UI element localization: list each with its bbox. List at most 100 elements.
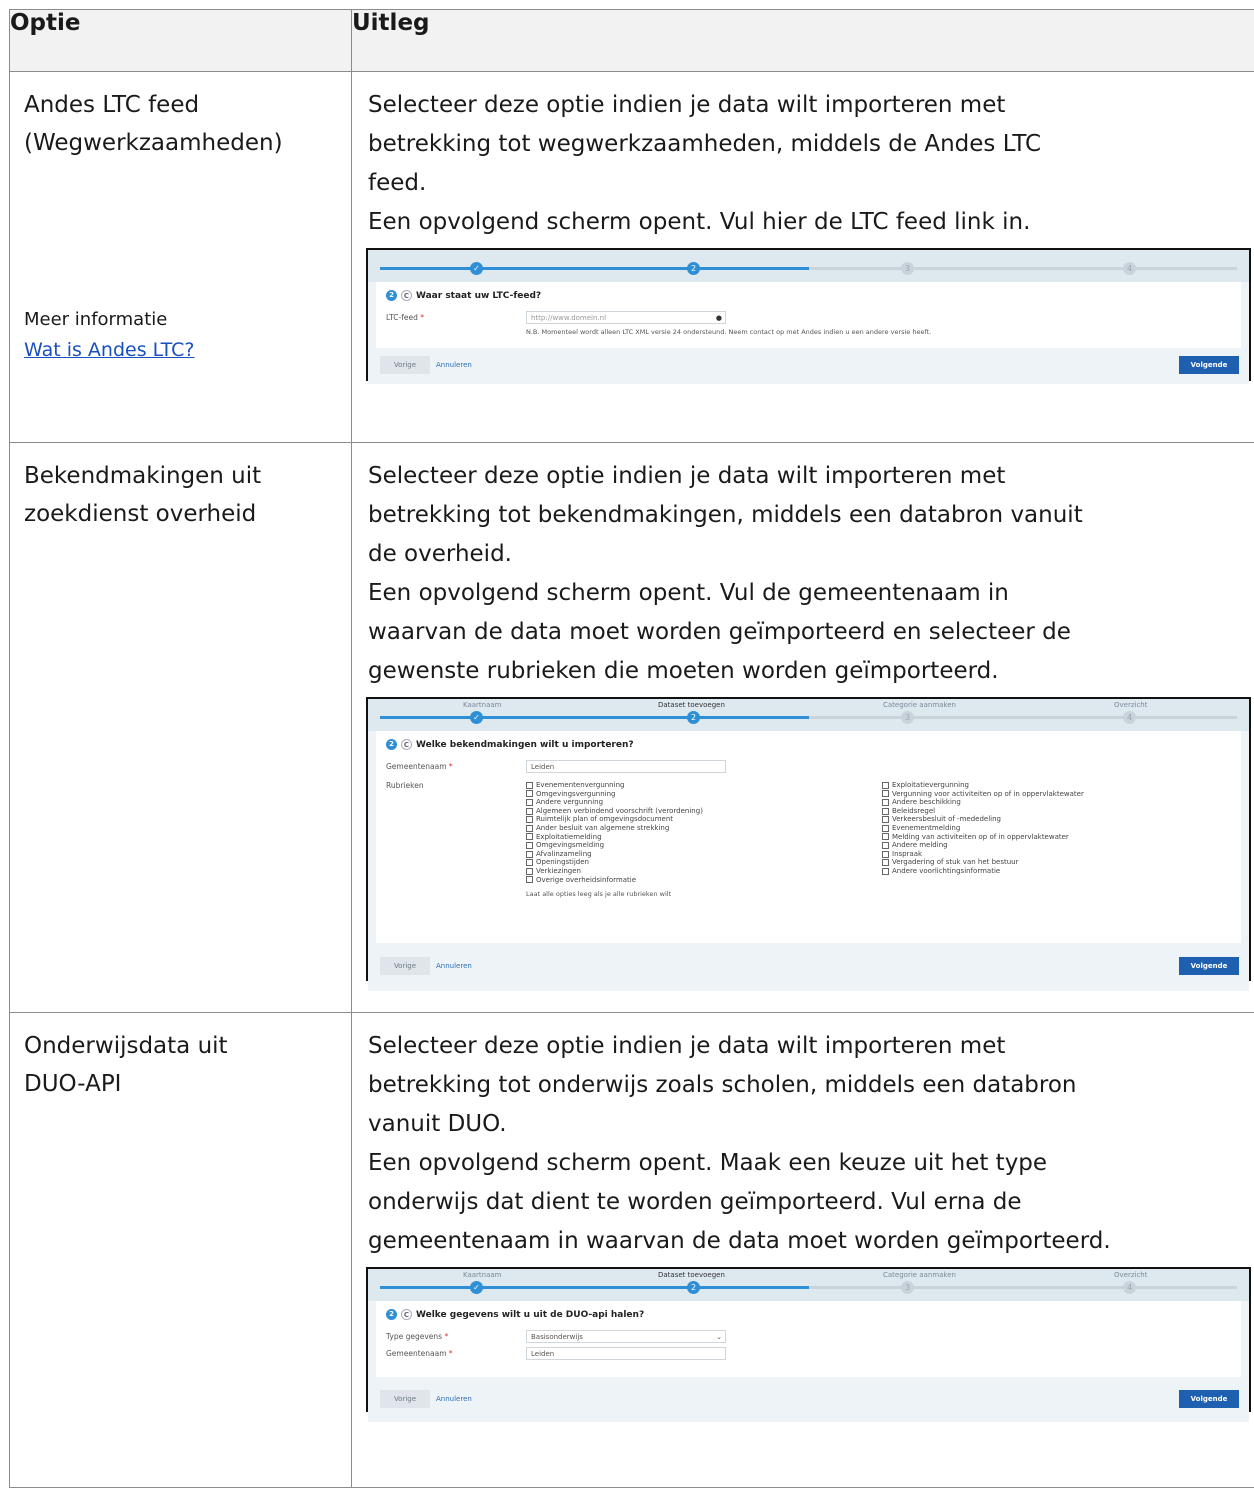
more-info-label: Meer informatie: [24, 309, 168, 330]
rubriek-checkbox[interactable]: Afvalinzameling: [526, 850, 882, 859]
rubriek-checkbox[interactable]: Openingstijden: [526, 858, 882, 867]
checkbox-icon[interactable]: [882, 824, 889, 832]
option-title: Andes LTC feed: [24, 92, 200, 118]
more-info-link[interactable]: Wat is Andes LTC?: [24, 339, 194, 361]
checkbox-icon[interactable]: [882, 781, 889, 789]
rubriek-checkbox[interactable]: Melding van activiteiten op of in opperv…: [882, 833, 1084, 842]
next-button[interactable]: Volgende: [1179, 1390, 1239, 1408]
step-label: Dataset toevoegen: [658, 1271, 725, 1279]
description-line: betrekking tot wegwerkzaamheden, middels…: [368, 131, 1042, 157]
checkbox-icon[interactable]: [882, 798, 889, 806]
rubriek-checkbox[interactable]: Verkiezingen: [526, 867, 882, 876]
field-label: LTC-feed: [386, 313, 418, 322]
question-c: C: [401, 1309, 412, 1320]
checkbox-icon[interactable]: [526, 876, 533, 884]
checkbox-icon[interactable]: [526, 841, 533, 849]
question-text: Waar staat uw LTC-feed?: [416, 290, 542, 301]
cancel-link[interactable]: Annuleren: [436, 1390, 472, 1408]
rubrieken-column: Exploitatievergunning Vergunning voor act…: [882, 781, 1084, 898]
checkbox-icon[interactable]: [882, 790, 889, 798]
rubriek-checkbox[interactable]: Beleidsregel: [882, 807, 1084, 816]
prev-button[interactable]: Vorige: [380, 356, 430, 374]
description-line: feed.: [368, 170, 427, 196]
rubriek-checkbox[interactable]: Exploitatiemelding: [526, 833, 882, 842]
step-label: Categorie aanmaken: [883, 701, 956, 709]
rubriek-checkbox[interactable]: Omgevingsvergunning: [526, 790, 882, 799]
step-icon: 4: [1123, 1281, 1136, 1294]
rubriek-checkbox[interactable]: Andere melding: [882, 841, 1084, 850]
gemeentenaam-input[interactable]: Leiden: [526, 1347, 726, 1360]
question-text: Welke gegevens wilt u uit de DUO-api hal…: [416, 1309, 645, 1320]
checkbox-icon[interactable]: [882, 807, 889, 815]
checkbox-icon[interactable]: [882, 850, 889, 858]
screenshot-ltc: ✓ 2 3 4 2 C Waar staat uw LTC-feed? LTC-…: [366, 248, 1251, 384]
form-footer: Vorige Annuleren Volgende: [368, 943, 1249, 991]
description-line: Een opvolgend scherm opent. Maak een keu…: [368, 1150, 1048, 1176]
rubriek-checkbox[interactable]: Andere beschikking: [882, 798, 1084, 807]
checkbox-icon[interactable]: [526, 850, 533, 858]
description-line: waarvan de data moet worden geïmporteerd…: [368, 619, 1071, 645]
question: 2 C Welke bekendmakingen wilt u importer…: [386, 739, 1231, 750]
cancel-link[interactable]: Annuleren: [436, 957, 472, 975]
checkbox-icon[interactable]: [526, 781, 533, 789]
rubriek-checkbox[interactable]: Ander besluit van algemene strekking: [526, 824, 882, 833]
option-title: zoekdienst overheid: [24, 501, 257, 527]
rubriek-checkbox[interactable]: Evenementmelding: [882, 824, 1084, 833]
next-button[interactable]: Volgende: [1179, 356, 1239, 374]
checkbox-icon[interactable]: [526, 867, 533, 875]
rubriek-checkbox[interactable]: Ruimtelijk plan of omgevingsdocument: [526, 815, 882, 824]
checkbox-icon[interactable]: [526, 798, 533, 806]
description-line: betrekking tot bekendmakingen, middels e…: [368, 502, 1083, 528]
gemeentenaam-input[interactable]: Leiden: [526, 760, 726, 773]
checkbox-label: Andere melding: [892, 841, 948, 850]
question-number: 2: [386, 739, 397, 750]
checkbox-icon[interactable]: [882, 867, 889, 875]
rubriek-checkbox[interactable]: Vergadering of stuk van het bestuur: [882, 858, 1084, 867]
screenshot-duo: Kaartnaam Dataset toevoegen Categorie aa…: [366, 1267, 1251, 1422]
prev-button[interactable]: Vorige: [380, 957, 430, 975]
rubriek-checkbox[interactable]: Andere voorlichtingsinformatie: [882, 867, 1084, 876]
step-icon: 4: [1123, 262, 1136, 275]
option-title: DUO-API: [24, 1071, 122, 1097]
checkbox-label: Vergadering of stuk van het bestuur: [892, 858, 1019, 867]
checkbox-icon[interactable]: [526, 859, 533, 867]
type-gegevens-select[interactable]: Basisonderwijs ⌄: [526, 1330, 726, 1343]
step-icon: 3: [901, 262, 914, 275]
cancel-link[interactable]: Annuleren: [436, 356, 472, 374]
next-button[interactable]: Volgende: [1179, 957, 1239, 975]
more-info: Meer informatie Wat is Andes LTC?: [24, 305, 194, 366]
rubriek-checkbox[interactable]: Vergunning voor activiteiten op of in op…: [882, 790, 1084, 799]
rubriek-checkbox[interactable]: Evenementenvergunning: [526, 781, 882, 790]
checkbox-icon[interactable]: [526, 833, 533, 841]
step-label: Kaartnaam: [463, 1271, 502, 1279]
stepper: Kaartnaam Dataset toevoegen Categorie aa…: [368, 1269, 1249, 1301]
rubriek-checkbox[interactable]: Exploitatievergunning: [882, 781, 1084, 790]
checkbox-icon[interactable]: [526, 807, 533, 815]
rubriek-checkbox[interactable]: Andere vergunning: [526, 798, 882, 807]
rubriek-checkbox[interactable]: Algemeen verbindend voorschrift (verorde…: [526, 807, 882, 816]
checkbox-icon[interactable]: [882, 859, 889, 867]
options-table: Optie Uitleg Andes LTC feed (Wegwerkzaam…: [9, 9, 1254, 1488]
checkbox-icon[interactable]: [882, 816, 889, 824]
ltc-feed-input[interactable]: http://www.domein.nl ●: [526, 311, 726, 324]
question-number: 2: [386, 1309, 397, 1320]
checkbox-label: Melding van activiteiten op of in opperv…: [892, 832, 1069, 841]
description-line: gemeentenaam in waarvan de data moet wor…: [368, 1228, 1111, 1254]
rubriek-checkbox[interactable]: Omgevingsmelding: [526, 841, 882, 850]
description-line: Selecteer deze optie indien je data wilt…: [368, 463, 1006, 489]
rubriek-checkbox[interactable]: Inspraak: [882, 850, 1084, 859]
description-line: betrekking tot onderwijs zoals scholen, …: [368, 1072, 1077, 1098]
check-icon: ✓: [470, 711, 483, 724]
check-icon: ✓: [470, 262, 483, 275]
prev-button[interactable]: Vorige: [380, 1390, 430, 1408]
checkbox-icon[interactable]: [882, 833, 889, 841]
rubriek-checkbox[interactable]: Overige overheidsinformatie: [526, 876, 882, 885]
checkbox-icon[interactable]: [882, 841, 889, 849]
form-panel: 2 C Welke gegevens wilt u uit de DUO-api…: [376, 1301, 1241, 1377]
checkbox-icon[interactable]: [526, 816, 533, 824]
checkbox-icon[interactable]: [526, 790, 533, 798]
rubriek-checkbox[interactable]: Verkeersbesluit of -mededeling: [882, 815, 1084, 824]
step-icon: 2: [687, 1281, 700, 1294]
stepper: ✓ 2 3 4: [368, 250, 1249, 282]
checkbox-icon[interactable]: [526, 824, 533, 832]
